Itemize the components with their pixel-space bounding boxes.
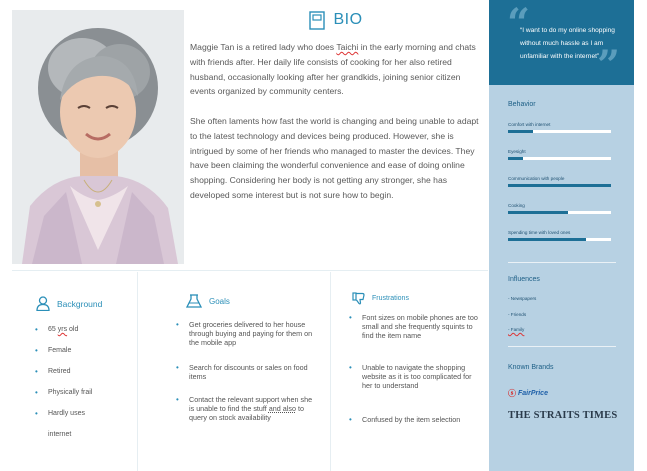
goal-item: • Search for discounts or sales on food i… <box>176 363 308 381</box>
behavior-item: Cooking <box>508 202 611 214</box>
behavior-bar <box>508 211 611 214</box>
background-header: Background <box>36 296 102 311</box>
sidebar-divider <box>508 262 616 263</box>
persona-quote: “I want to do my online shopping without… <box>520 27 615 60</box>
goals-section: Goals • Get groceries delivered to her ho… <box>137 272 329 471</box>
behavior-item: Spending time with loved ones <box>508 229 611 241</box>
user-icon <box>36 296 50 311</box>
frustrations-title: Frustrations <box>372 295 409 302</box>
behavior-bar <box>508 157 611 160</box>
straits-times-logo: THE STRAITS TIMES <box>508 410 618 421</box>
behavior-item: Communication with people <box>508 175 611 187</box>
bio-text: Maggie Tan is a retired lady who does Ta… <box>190 40 484 218</box>
frustration-item: • Unable to navigate the shopping website… <box>349 363 472 390</box>
background-item: • Retired <box>35 367 71 376</box>
frustration-item: • Font sizes on mobile phones are too sma… <box>349 313 478 340</box>
bio-paragraph-2: She often laments how fast the world is … <box>190 115 479 200</box>
goals-title: Goals <box>209 296 230 306</box>
background-section: Background • 65 yrs old • Female • Retired … <box>12 272 136 471</box>
bio-section: BIO Maggie Tan is a retired lady who doe… <box>186 6 486 268</box>
brands-title: Known Brands <box>508 364 554 371</box>
behavior-bar <box>508 238 611 241</box>
bio-title: BIO <box>333 11 363 28</box>
quote-box: “ ” “I want to do my online shopping wit… <box>489 0 634 86</box>
behavior-title: Behavior <box>508 101 536 108</box>
sidebar-divider <box>508 346 616 347</box>
fairprice-mark-icon: ⓢ <box>508 389 516 398</box>
thumbs-down-icon <box>352 292 365 305</box>
background-item: • 65 yrs old <box>35 325 79 334</box>
behavior-item: Eyesight <box>508 148 611 160</box>
fairprice-logo: ⓢ FairPrice <box>508 389 548 398</box>
influence-item: - Newspapers <box>508 296 537 301</box>
background-item: • Hardly uses <box>35 409 85 418</box>
section-divider <box>12 270 488 271</box>
goals-header: Goals <box>186 294 230 308</box>
influence-item: - Family <box>508 327 525 332</box>
background-item: internet <box>48 431 72 438</box>
background-item: • Female <box>35 346 72 355</box>
frustrations-header: Frustrations <box>352 292 409 305</box>
behavior-bar <box>508 130 611 133</box>
influences-title: Influences <box>508 276 540 283</box>
bio-header: BIO <box>186 6 486 34</box>
influence-item: - Friends <box>508 312 527 317</box>
document-icon <box>309 10 326 30</box>
behavior-item: Comfort with internet <box>508 121 611 133</box>
behavior-bar <box>508 184 611 187</box>
goal-item: • Contact the relevant support when she i… <box>176 395 313 422</box>
bio-paragraph-1: Maggie Tan is a retired lady who does Ta… <box>190 42 476 97</box>
background-title: Background <box>57 298 103 309</box>
background-item: • Physically frail <box>35 388 93 397</box>
frustrations-section: Frustrations • Font sizes on mobile phone… <box>330 272 488 471</box>
frustration-item: • Confused by the item selection <box>349 415 461 424</box>
persona-sidebar: “ ” “I want to do my online shopping wit… <box>489 0 634 471</box>
goal-item: • Get groceries delivered to her house th… <box>176 320 313 347</box>
persona-photo <box>12 10 184 264</box>
flask-icon <box>186 294 202 308</box>
